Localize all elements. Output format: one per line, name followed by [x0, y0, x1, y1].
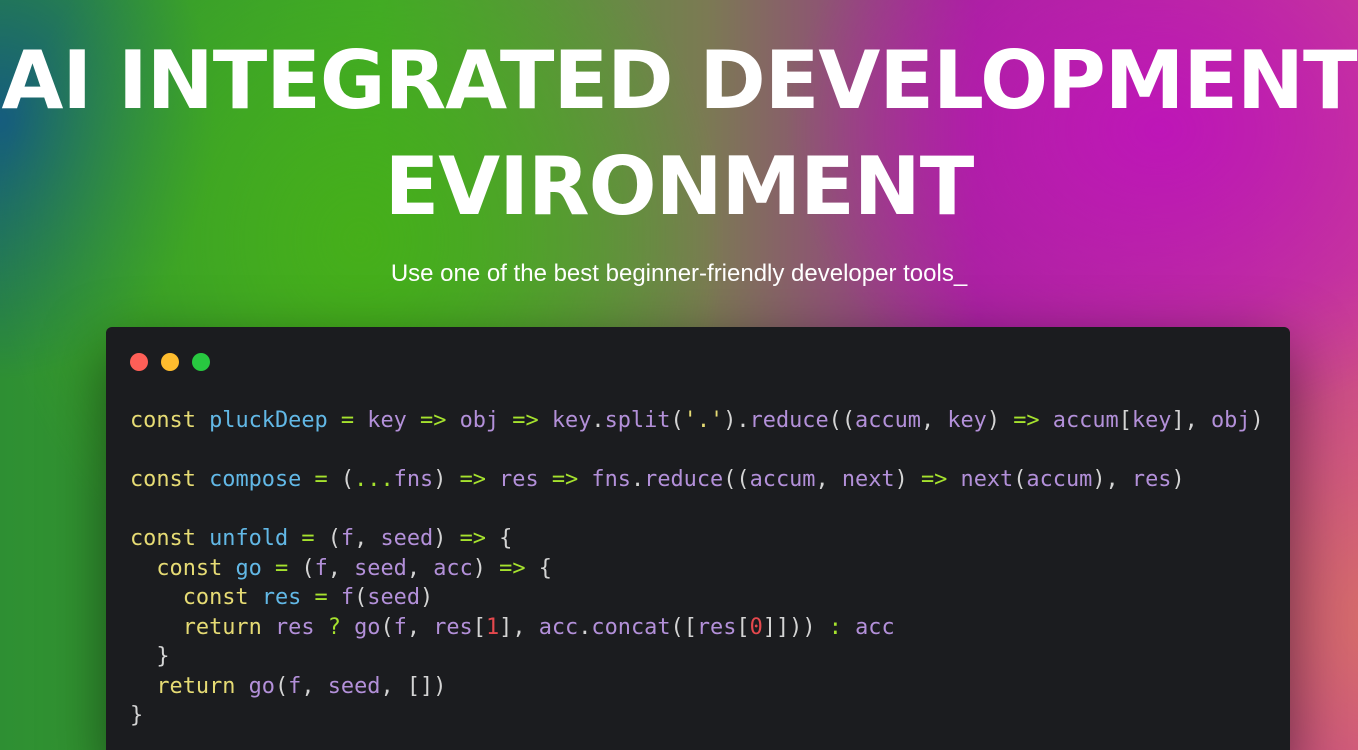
code-line-8: return res ? go(f, res[1], acc.concat([r…: [182, 614, 895, 640]
window-controls: [130, 353, 210, 371]
code-line-5: const unfold = (f, seed) => {: [130, 526, 513, 551]
hero-title-line-1: AI INTEGRATED DEVELOPMENT: [1, 34, 1357, 127]
zoom-dot-icon[interactable]: [192, 353, 210, 371]
code-line-6: const go = (f, seed, acc) => {: [156, 555, 552, 581]
code-line-7: const res = f(seed): [182, 585, 434, 610]
code-line-9: }: [156, 644, 170, 669]
code-block: const pluckDeep = key => obj => key.spli…: [130, 406, 1264, 731]
hero-subtitle: Use one of the best beginner-friendly de…: [390, 260, 968, 287]
code-line-3: const compose = (...fns) => res => fns.r…: [130, 467, 1185, 492]
hero-title-line-2: EVIRONMENT: [384, 140, 975, 233]
minimize-dot-icon[interactable]: [161, 353, 179, 371]
hero-title: AI INTEGRATED DEVELOPMENT EVIRONMENT: [0, 28, 1358, 240]
code-line-1: const pluckDeep = key => obj => key.spli…: [130, 408, 1264, 433]
code-window: const pluckDeep = key => obj => key.spli…: [106, 327, 1290, 750]
code-line-11: }: [130, 703, 144, 728]
close-dot-icon[interactable]: [130, 353, 148, 371]
code-line-10: return go(f, seed, []): [156, 673, 447, 699]
